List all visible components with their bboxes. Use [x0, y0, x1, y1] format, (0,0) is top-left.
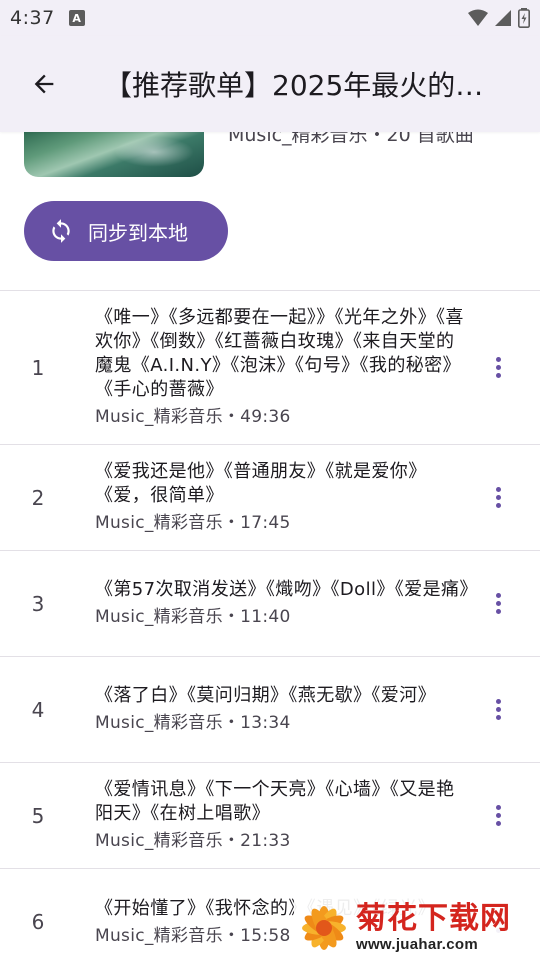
track-list: 1 《唯一》《多远都要在一起》》《光年之外》《喜欢你》《倒数》《红蔷薇白玫瑰》《… — [0, 291, 540, 960]
flower-logo-icon — [294, 896, 354, 960]
track-row[interactable]: 1 《唯一》《多远都要在一起》》《光年之外》《喜欢你》《倒数》《红蔷薇白玫瑰》《… — [0, 291, 540, 445]
cell-signal-icon — [495, 10, 511, 26]
battery-icon — [518, 8, 530, 28]
track-meta: Music_精彩音乐・13:34 — [95, 713, 291, 733]
wifi-icon — [468, 9, 488, 26]
back-button[interactable] — [20, 60, 68, 108]
status-bar: 4:37 A — [0, 0, 540, 36]
track-title: 《落了白》《莫问归期》《燕无歇》《爱河》 — [95, 685, 436, 706]
track-row[interactable]: 2 《爱我还是他》《普通朋友》《就是爱你》《爱，很简单》 Music_精彩音乐・… — [0, 445, 540, 551]
status-time: 4:37 — [10, 7, 55, 29]
page-title: 【推荐歌单】2025年最火的… — [104, 69, 484, 102]
more-vert-icon[interactable] — [486, 480, 510, 516]
watermark-title: 菊花下载网 — [356, 901, 511, 936]
track-index: 6 — [31, 910, 45, 934]
track-title: 《唯一》《多远都要在一起》》《光年之外》《喜欢你》《倒数》《红蔷薇白玫瑰》《来自… — [95, 307, 464, 400]
track-meta: Music_精彩音乐・21:33 — [95, 831, 291, 851]
sync-button-label: 同步到本地 — [88, 220, 188, 245]
watermark-url: www.juahar.com — [356, 936, 479, 953]
track-index: 4 — [31, 697, 45, 722]
track-index: 2 — [31, 485, 45, 510]
sync-icon — [52, 219, 70, 243]
track-index: 3 — [31, 591, 45, 616]
track-title: 《爱情讯息》《下一个天亮》《心墙》《又是艳阳天》《在树上唱歌》 — [95, 779, 455, 824]
arrow-back-icon — [34, 74, 54, 94]
track-meta: Music_精彩音乐・11:40 — [95, 607, 291, 627]
top-app-bar: 【推荐歌单】2025年最火的… — [0, 36, 540, 132]
track-meta: Music_精彩音乐・17:45 — [95, 513, 291, 533]
track-row[interactable]: 4 《落了白》《莫问归期》《燕无歇》《爱河》 Music_精彩音乐・13:34 — [0, 657, 540, 763]
playlist-cover-image — [24, 132, 204, 177]
track-index: 5 — [31, 803, 45, 828]
more-vert-icon[interactable] — [486, 692, 510, 728]
track-row[interactable]: 5 《爱情讯息》《下一个天亮》《心墙》《又是艳阳天》《在树上唱歌》 Music_… — [0, 763, 540, 869]
track-row[interactable]: 3 《第57次取消发送》《熾吻》《Doll》《爱是痛》 Music_精彩音乐・1… — [0, 551, 540, 657]
track-index: 1 — [31, 355, 45, 380]
more-vert-icon[interactable] — [486, 350, 510, 386]
playlist-header: Music_精彩音乐・20 首歌曲 同步到本地 — [0, 124, 540, 290]
notification-a-icon: A — [68, 10, 85, 26]
status-icons — [468, 8, 530, 28]
track-meta: Music_精彩音乐・49:36 — [95, 407, 291, 427]
watermark: 菊花下载网 www.juahar.com — [294, 896, 540, 960]
more-vert-icon[interactable] — [486, 586, 510, 622]
more-vert-icon[interactable] — [486, 798, 510, 834]
track-title: 《第57次取消发送》《熾吻》《Doll》《爱是痛》 — [95, 579, 478, 600]
track-title: 《爱我还是他》《普通朋友》《就是爱你》《爱，很简单》 — [95, 461, 427, 506]
sync-to-local-button[interactable]: 同步到本地 — [24, 201, 228, 261]
